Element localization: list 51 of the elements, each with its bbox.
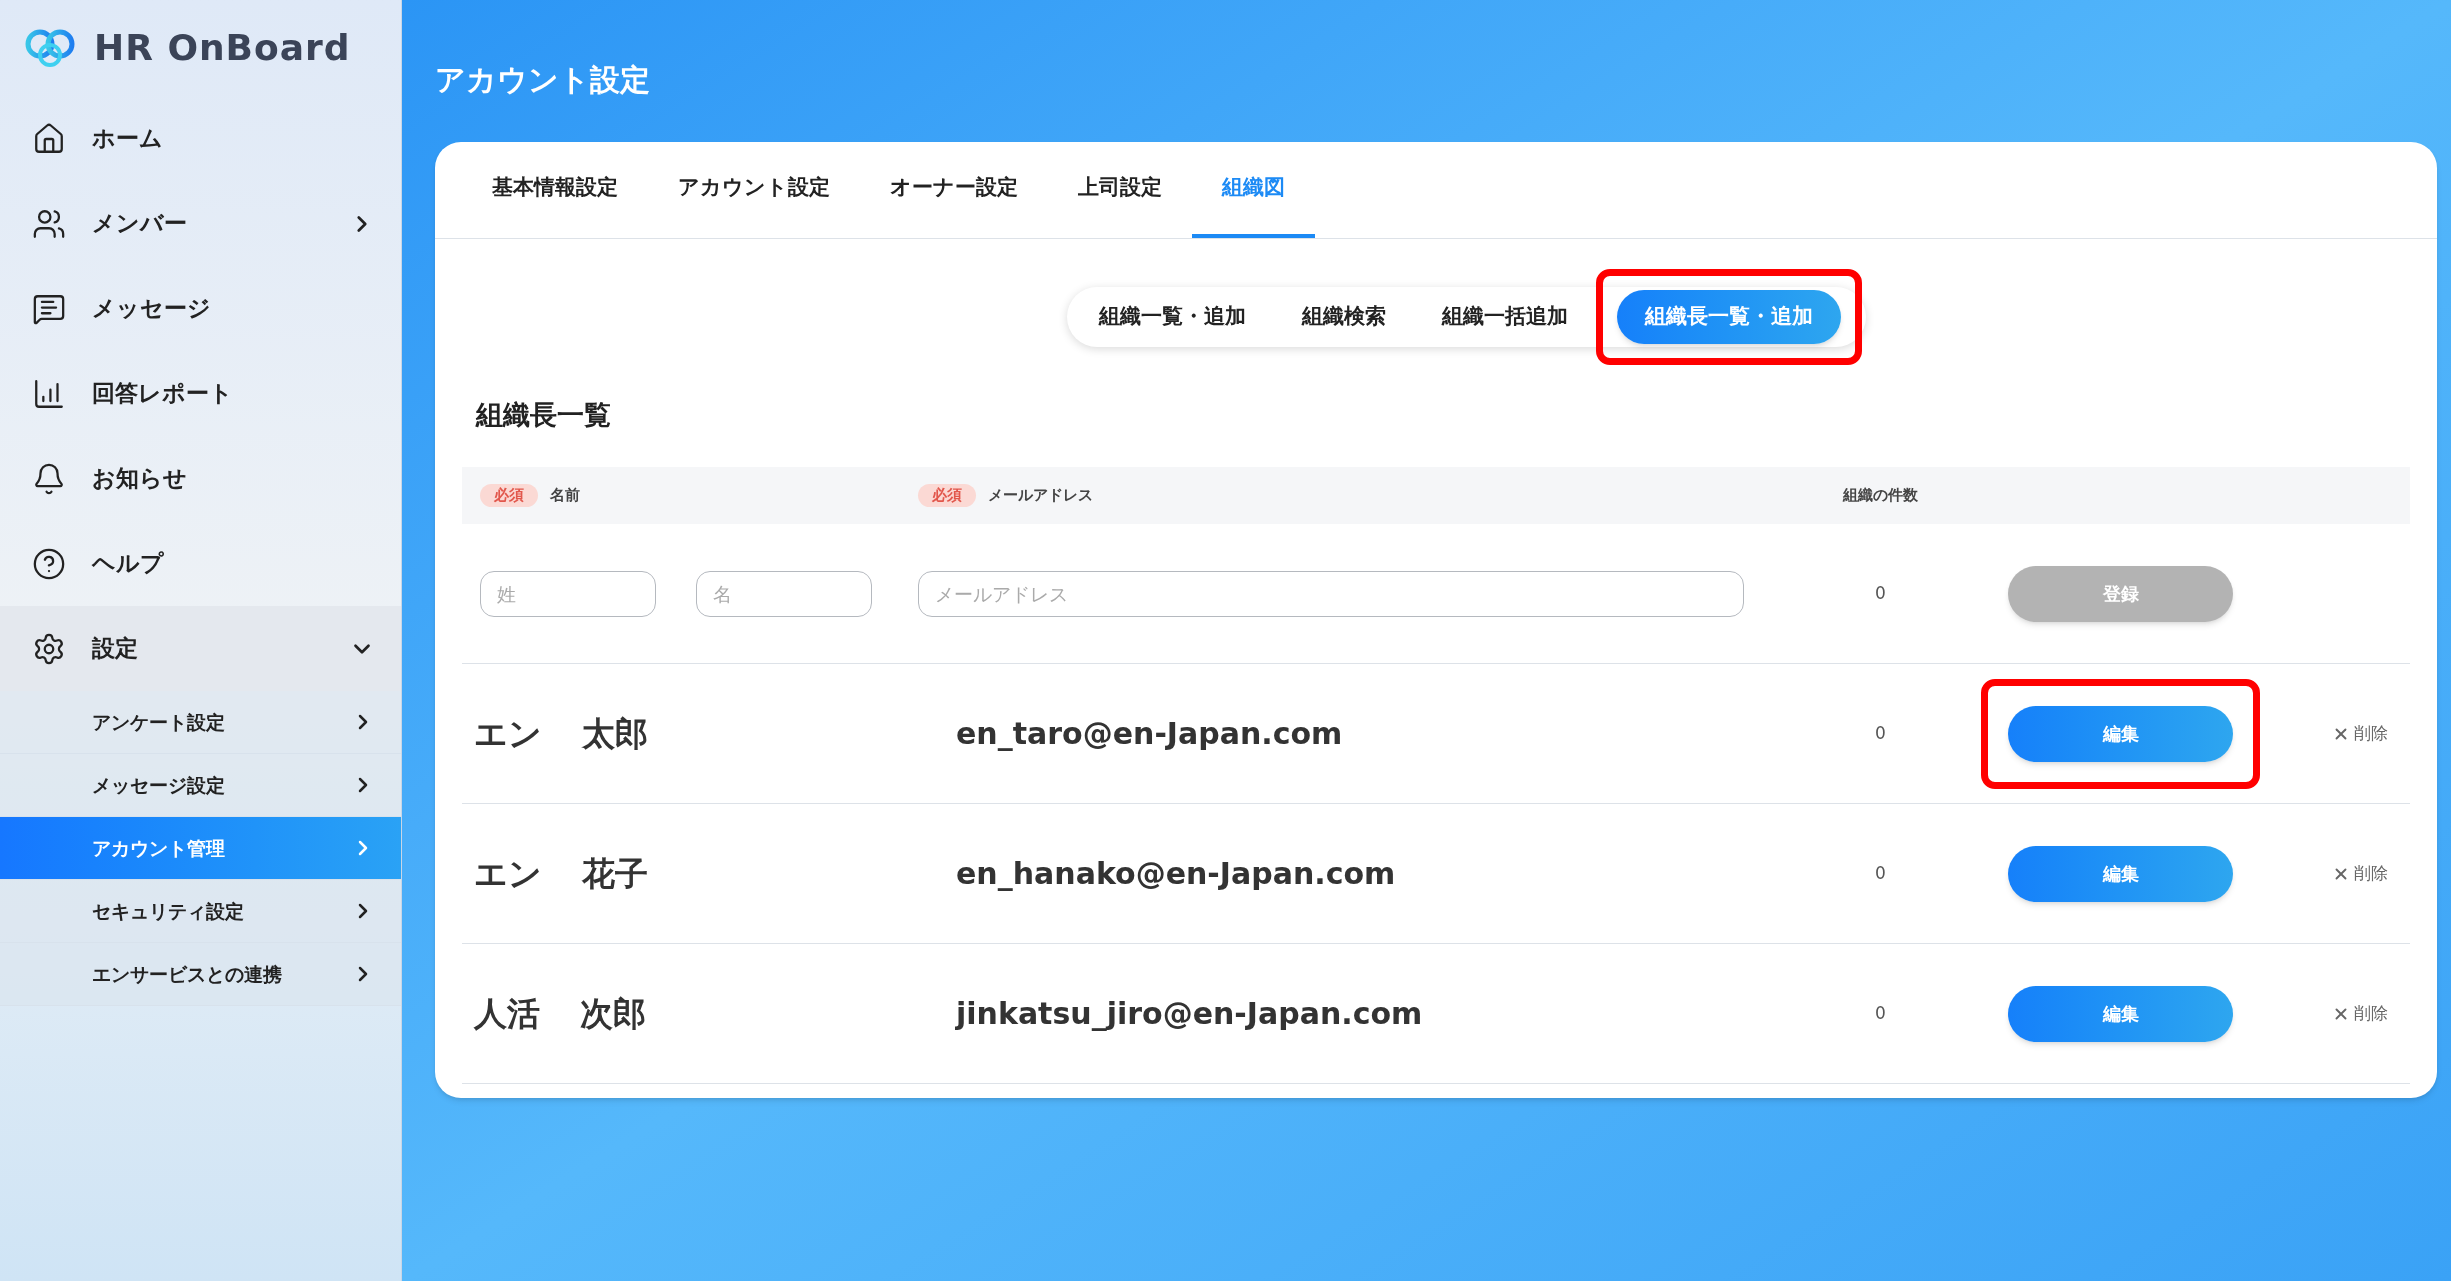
submenu-item[interactable]: アンケート設定 (0, 691, 401, 754)
bell-icon (32, 461, 66, 496)
first-name-text: 次郎 (580, 992, 646, 1035)
required-badge: 必須 (918, 484, 976, 507)
delete-link[interactable]: 削除 (2332, 1000, 2388, 1027)
submenu-item[interactable]: セキュリティ設定 (0, 880, 401, 943)
sidebar-item[interactable]: ヘルプ (0, 521, 401, 606)
sidebar-item[interactable]: 回答レポート (0, 351, 401, 436)
tab[interactable]: 上司設定 (1048, 142, 1192, 238)
last-name-field[interactable]: 姓 (480, 570, 656, 617)
count-text: 0 (1874, 1001, 1887, 1025)
submenu-item[interactable]: メッセージ設定 (0, 754, 401, 817)
home-icon (32, 121, 66, 156)
count-text: 0 (1874, 721, 1887, 745)
delete-link[interactable]: 削除 (2332, 720, 2388, 747)
first-name-field[interactable]: 名 (696, 570, 872, 617)
tab[interactable]: オーナー設定 (860, 142, 1048, 238)
column-header: 名前 (550, 485, 580, 507)
email-text: jinkatsu_jiro@en-Japan.com (954, 995, 1424, 1033)
sidebar-item[interactable]: メッセージ (0, 266, 401, 351)
help-icon (32, 546, 66, 581)
count-text: 0 (1874, 861, 1887, 885)
required-badge: 必須 (480, 484, 538, 507)
email-field[interactable]: メールアドレス (918, 570, 1744, 617)
sidebar-item[interactable]: ホーム (0, 96, 401, 181)
first-name-text: 太郎 (582, 712, 648, 755)
sidebar-item[interactable]: お知らせ (0, 436, 401, 521)
subtab[interactable]: 組織一括追加 (1413, 290, 1596, 344)
column-header: 組織の件数 (1841, 485, 1919, 507)
last-name-text: 人活 (474, 992, 540, 1035)
subtab[interactable]: 組織一覧・追加 (1070, 290, 1274, 344)
submenu-item[interactable]: アカウント管理 (0, 817, 401, 880)
section-title: 組織長一覧 (476, 398, 612, 432)
delete-link[interactable]: 削除 (2332, 860, 2388, 887)
last-name-text: エン (474, 712, 542, 755)
column-header: メールアドレス (988, 485, 1093, 507)
tab[interactable]: 組織図 (1192, 142, 1315, 238)
email-text: en_taro@en-Japan.com (955, 715, 1344, 753)
sidebar-item[interactable]: メンバー (0, 181, 401, 266)
tab[interactable]: 基本情報設定 (462, 142, 648, 238)
page-title: アカウント設定 (435, 61, 651, 99)
first-name-text: 花子 (582, 852, 648, 895)
subtab[interactable]: 組織検索 (1273, 290, 1414, 344)
sidebar-item[interactable]: 設定 (0, 606, 401, 691)
count-text: 0 (1874, 581, 1887, 605)
tab[interactable]: アカウント設定 (648, 142, 860, 238)
last-name-text: エン (474, 852, 542, 895)
settings-icon (32, 631, 66, 666)
logo-text: HR OnBoard (94, 26, 351, 70)
submenu-item[interactable]: エンサービスとの連携 (0, 943, 401, 1006)
email-text: en_hanako@en-Japan.com (955, 855, 1397, 893)
